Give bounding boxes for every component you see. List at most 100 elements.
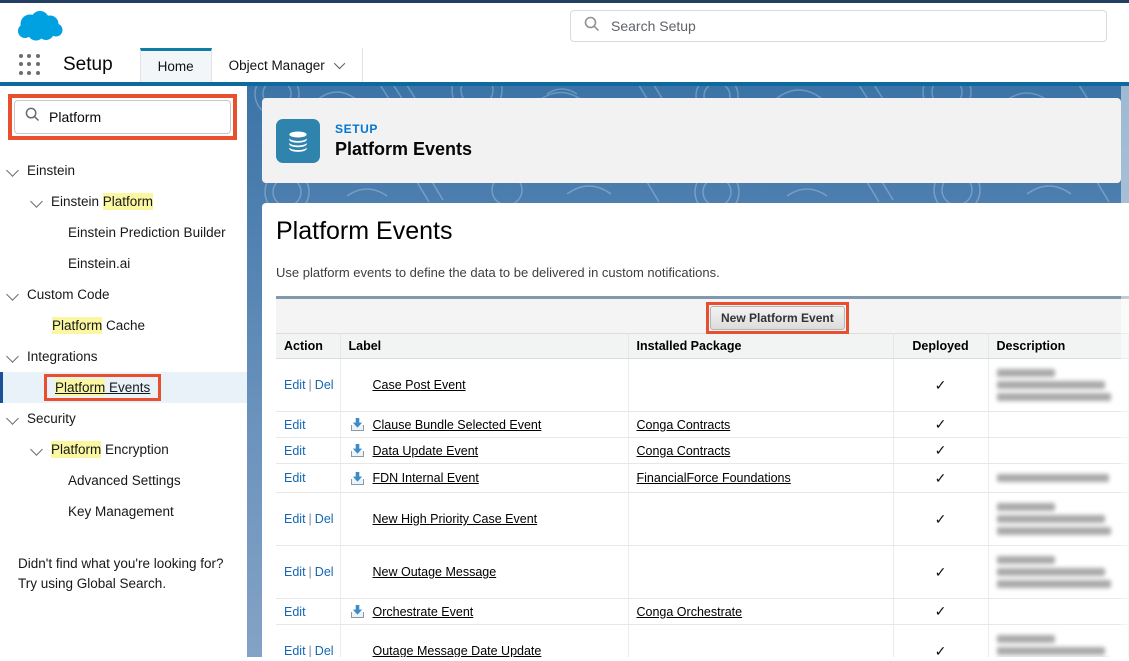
column-header-label: Label [340, 334, 628, 359]
installed-package-link[interactable]: Conga Contracts [637, 418, 731, 432]
sidebar-search-box[interactable] [14, 100, 231, 134]
tab-home[interactable]: Home [140, 48, 212, 82]
sidebar-item-einstein-platform[interactable]: Einstein Platform [0, 186, 247, 217]
label-cell: FDN Internal Event [340, 464, 628, 493]
table-row: Edit Data Update Event Conga Contracts ✓ [276, 438, 1129, 464]
event-label-link[interactable]: Clause Bundle Selected Event [373, 418, 542, 432]
chevron-down-icon[interactable] [30, 443, 43, 456]
sidebar-item-einstein[interactable]: Einstein [0, 155, 247, 186]
table-row: Edit Orchestrate Event Conga Orchestrate ✓ [276, 599, 1129, 625]
sidebar-item-security[interactable]: Security [0, 403, 247, 434]
sidebar-item-advanced-settings[interactable]: Advanced Settings [0, 465, 247, 496]
chevron-down-icon[interactable] [6, 288, 19, 301]
chevron-down-icon [334, 58, 345, 69]
deployed-checkmark-icon: ✓ [902, 603, 980, 620]
edit-link[interactable]: Edit [284, 644, 306, 657]
sidebar-item-integrations[interactable]: Integrations [0, 341, 247, 372]
icon-spacer [349, 565, 366, 580]
scrollbar[interactable] [1121, 86, 1129, 657]
installed-package-icon [349, 443, 366, 458]
sidebar-item-platform-events[interactable]: Platform Events [0, 372, 247, 403]
description-cell [988, 625, 1129, 658]
deployed-cell: ✓ [893, 625, 988, 658]
edit-link[interactable]: Edit [284, 471, 306, 485]
installed-package-link[interactable]: Conga Orchestrate [637, 605, 743, 619]
chevron-down-icon[interactable] [6, 412, 19, 425]
action-cell: Edit|Del [276, 493, 340, 546]
sidebar-item-label: Einstein Prediction Builder [68, 225, 226, 240]
redacted-description [997, 629, 1121, 657]
page-description: Use platform events to define the data t… [276, 265, 1129, 280]
sidebar-item-label: Custom Code [27, 287, 110, 302]
tab-object-manager[interactable]: Object Manager [212, 48, 363, 82]
label-text: Encryption [101, 442, 169, 457]
redacted-description [997, 468, 1121, 488]
installed-package-cell [628, 546, 893, 599]
page-header-card: SETUP Platform Events [262, 98, 1121, 183]
deployed-cell: ✓ [893, 438, 988, 464]
search-highlight: Platform [55, 379, 105, 396]
deployed-checkmark-icon: ✓ [902, 511, 980, 528]
event-label-link[interactable]: Outage Message Date Update [373, 644, 542, 657]
sidebar-item-label: Platform Encryption [51, 442, 169, 457]
global-header [0, 3, 1129, 48]
chevron-down-icon[interactable] [30, 195, 43, 208]
chevron-down-icon[interactable] [6, 164, 19, 177]
edit-link[interactable]: Edit [284, 444, 306, 458]
installed-package-cell [628, 625, 893, 658]
event-label-link[interactable]: New Outage Message [373, 565, 497, 579]
label-text: Events [105, 380, 150, 395]
label-cell: Data Update Event [340, 438, 628, 464]
del-link[interactable]: Del [315, 565, 334, 579]
event-label-link[interactable]: FDN Internal Event [373, 471, 479, 485]
setup-eyebrow-link[interactable]: SETUP [335, 122, 472, 136]
deployed-checkmark-icon: ✓ [902, 416, 980, 433]
sidebar-item-key-management[interactable]: Key Management [0, 496, 247, 527]
icon-spacer [349, 378, 366, 393]
deployed-cell: ✓ [893, 493, 988, 546]
list-toolbar: New Platform Event [276, 299, 1129, 333]
action-separator: | [306, 378, 315, 392]
sidebar-search-input[interactable] [49, 109, 230, 125]
sidebar-item-platform-cache[interactable]: Platform Cache [0, 310, 247, 341]
new-platform-event-button[interactable]: New Platform Event [710, 306, 845, 330]
sidebar-footer-text: Didn't find what you're looking for? Try… [18, 554, 224, 594]
table-row: Edit|DelNew Outage Message✓ [276, 546, 1129, 599]
event-label-link[interactable]: Orchestrate Event [373, 605, 474, 619]
edit-link[interactable]: Edit [284, 378, 306, 392]
del-link[interactable]: Del [315, 644, 334, 657]
chevron-down-icon[interactable] [6, 350, 19, 363]
label-text: Integrations [27, 349, 98, 364]
salesforce-logo [13, 8, 69, 51]
global-search-box[interactable] [570, 10, 1107, 42]
event-label-link[interactable]: Case Post Event [373, 378, 466, 392]
edit-link[interactable]: Edit [284, 418, 306, 432]
description-cell [988, 359, 1129, 412]
label-text: Key Management [68, 504, 174, 519]
global-search-input[interactable] [611, 18, 1093, 34]
sidebar-item-einstein-ai[interactable]: Einstein.ai [0, 248, 247, 279]
installed-package-link[interactable]: Conga Contracts [637, 444, 731, 458]
edit-link[interactable]: Edit [284, 565, 306, 579]
deployed-checkmark-icon: ✓ [902, 442, 980, 459]
description-cell [988, 464, 1129, 493]
deployed-cell: ✓ [893, 359, 988, 412]
edit-link[interactable]: Edit [284, 512, 306, 526]
action-cell: Edit [276, 438, 340, 464]
annotation-box-sidebar-search [8, 94, 237, 140]
del-link[interactable]: Del [315, 378, 334, 392]
installed-package-link[interactable]: FinancialForce Foundations [637, 471, 791, 485]
label-text: Custom Code [27, 287, 110, 302]
label-text: Cache [102, 318, 145, 333]
label-text: Einstein.ai [68, 256, 130, 271]
del-link[interactable]: Del [315, 512, 334, 526]
setup-navbar: Setup Home Object Manager [0, 48, 1129, 86]
app-launcher-icon[interactable] [19, 54, 41, 76]
sidebar-item-custom-code[interactable]: Custom Code [0, 279, 247, 310]
event-label-link[interactable]: Data Update Event [373, 444, 479, 458]
edit-link[interactable]: Edit [284, 605, 306, 619]
description-cell [988, 493, 1129, 546]
event-label-link[interactable]: New High Priority Case Event [373, 512, 538, 526]
sidebar-item-platform-encryption[interactable]: Platform Encryption [0, 434, 247, 465]
sidebar-item-einstein-prediction-builder[interactable]: Einstein Prediction Builder [0, 217, 247, 248]
